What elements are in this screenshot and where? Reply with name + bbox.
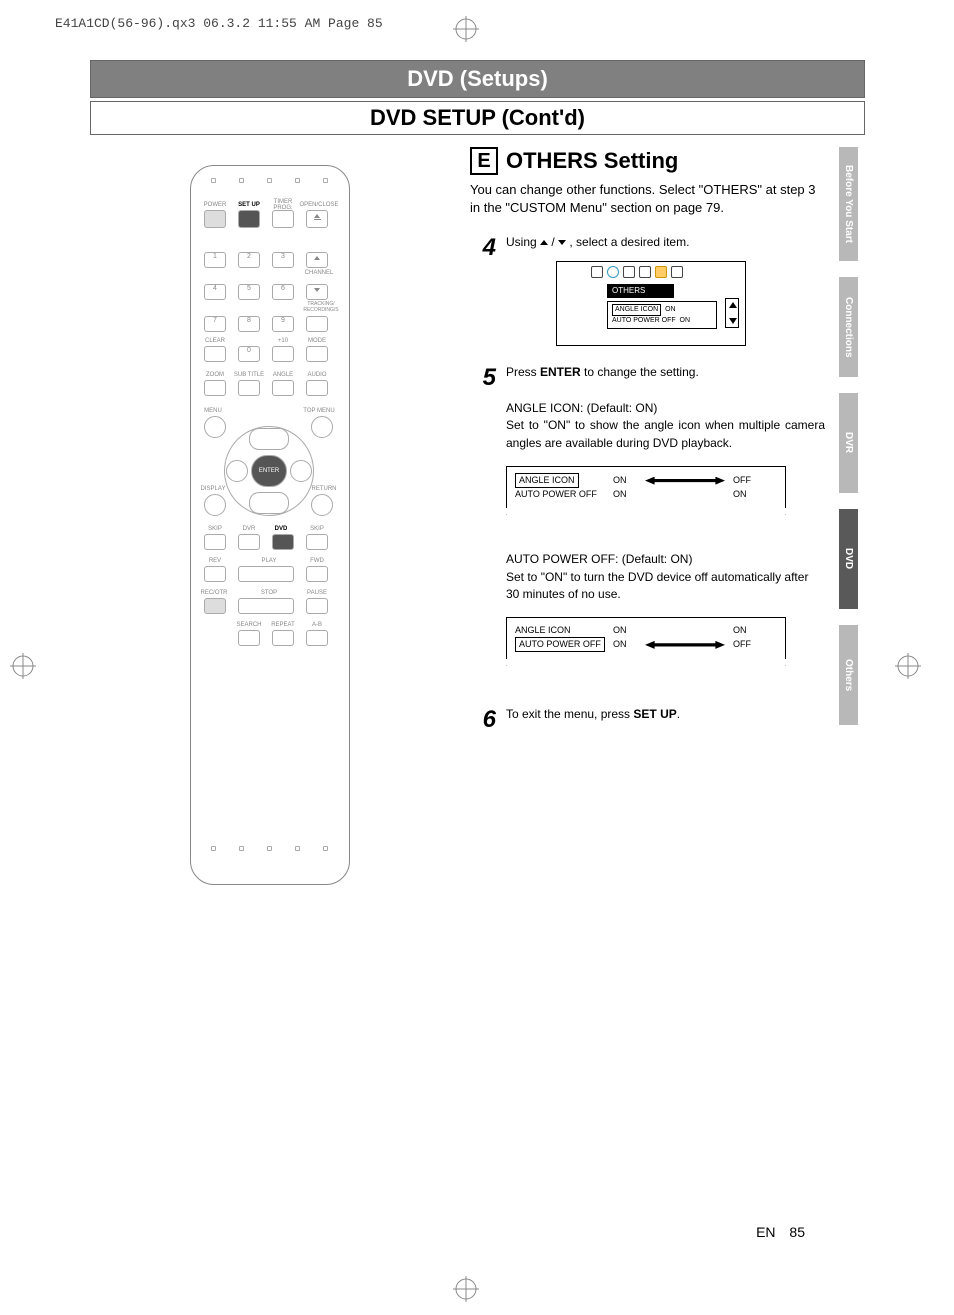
step-number-6: 6 [470, 706, 496, 734]
crop-mark-bottom [453, 1276, 479, 1307]
page-footer: EN 85 [756, 1224, 805, 1240]
remote-control-diagram: POWER SET UP TIMER PROG. OPEN/CLOSE 1 2 … [190, 165, 350, 885]
crop-mark-left [10, 653, 36, 684]
crop-mark-right [895, 653, 921, 684]
side-tabs: Before You Start Connections DVR DVD Oth… [839, 147, 864, 741]
chapter-title: DVD (Setups) [90, 60, 865, 98]
section-letter: E [470, 147, 498, 175]
step-5-body: Press ENTER to change the setting. ANGLE… [506, 364, 825, 666]
angle-icon-options: ANGLE ICON ON OFF AUTO POWER OFF ON ON [506, 466, 786, 515]
footer-lang: EN [756, 1224, 775, 1240]
down-arrow-icon [558, 240, 566, 245]
footer-page: 85 [789, 1224, 805, 1240]
up-arrow-icon [540, 240, 548, 245]
auto-power-desc: Set to "ON" to turn the DVD device off a… [506, 569, 825, 604]
double-arrow-icon [645, 477, 725, 485]
step-number-4: 4 [470, 234, 496, 346]
osd-menu-diagram: OTHERS ANGLE ICON ON AUTO POWER OFF ON [556, 261, 746, 346]
page-area: DVD (Setups) DVD SETUP (Cont'd) POWER SE… [90, 60, 865, 1270]
tab-before-you-start: Before You Start [839, 147, 858, 261]
double-arrow-icon [645, 641, 725, 649]
tab-connections: Connections [839, 277, 858, 377]
auto-power-options: ANGLE ICON ON ON AUTO POWER OFF ON OFF [506, 617, 786, 666]
section-title: DVD SETUP (Cont'd) [90, 101, 865, 135]
auto-power-heading: AUTO POWER OFF: (Default: ON) [506, 551, 825, 568]
tab-dvr: DVR [839, 393, 858, 493]
step-6-body: To exit the menu, press SET UP. [506, 706, 825, 734]
step-4-body: Using / , select a desired item. OTHERS … [506, 234, 825, 346]
angle-icon-desc: Set to "ON" to show the angle icon when … [506, 417, 825, 452]
crop-mark-top [453, 16, 479, 47]
angle-icon-heading: ANGLE ICON: (Default: ON) [506, 400, 825, 417]
print-job-header: E41A1CD(56-96).qx3 06.3.2 11:55 AM Page … [55, 16, 383, 31]
tab-dvd: DVD [839, 509, 858, 609]
section-intro: You can change other functions. Select "… [470, 181, 825, 216]
updown-scroll-icon [725, 298, 739, 328]
tab-others: Others [839, 625, 858, 725]
section-title-text: OTHERS Setting [506, 148, 678, 174]
others-heading: E OTHERS Setting [470, 147, 825, 175]
step-number-5: 5 [470, 364, 496, 666]
